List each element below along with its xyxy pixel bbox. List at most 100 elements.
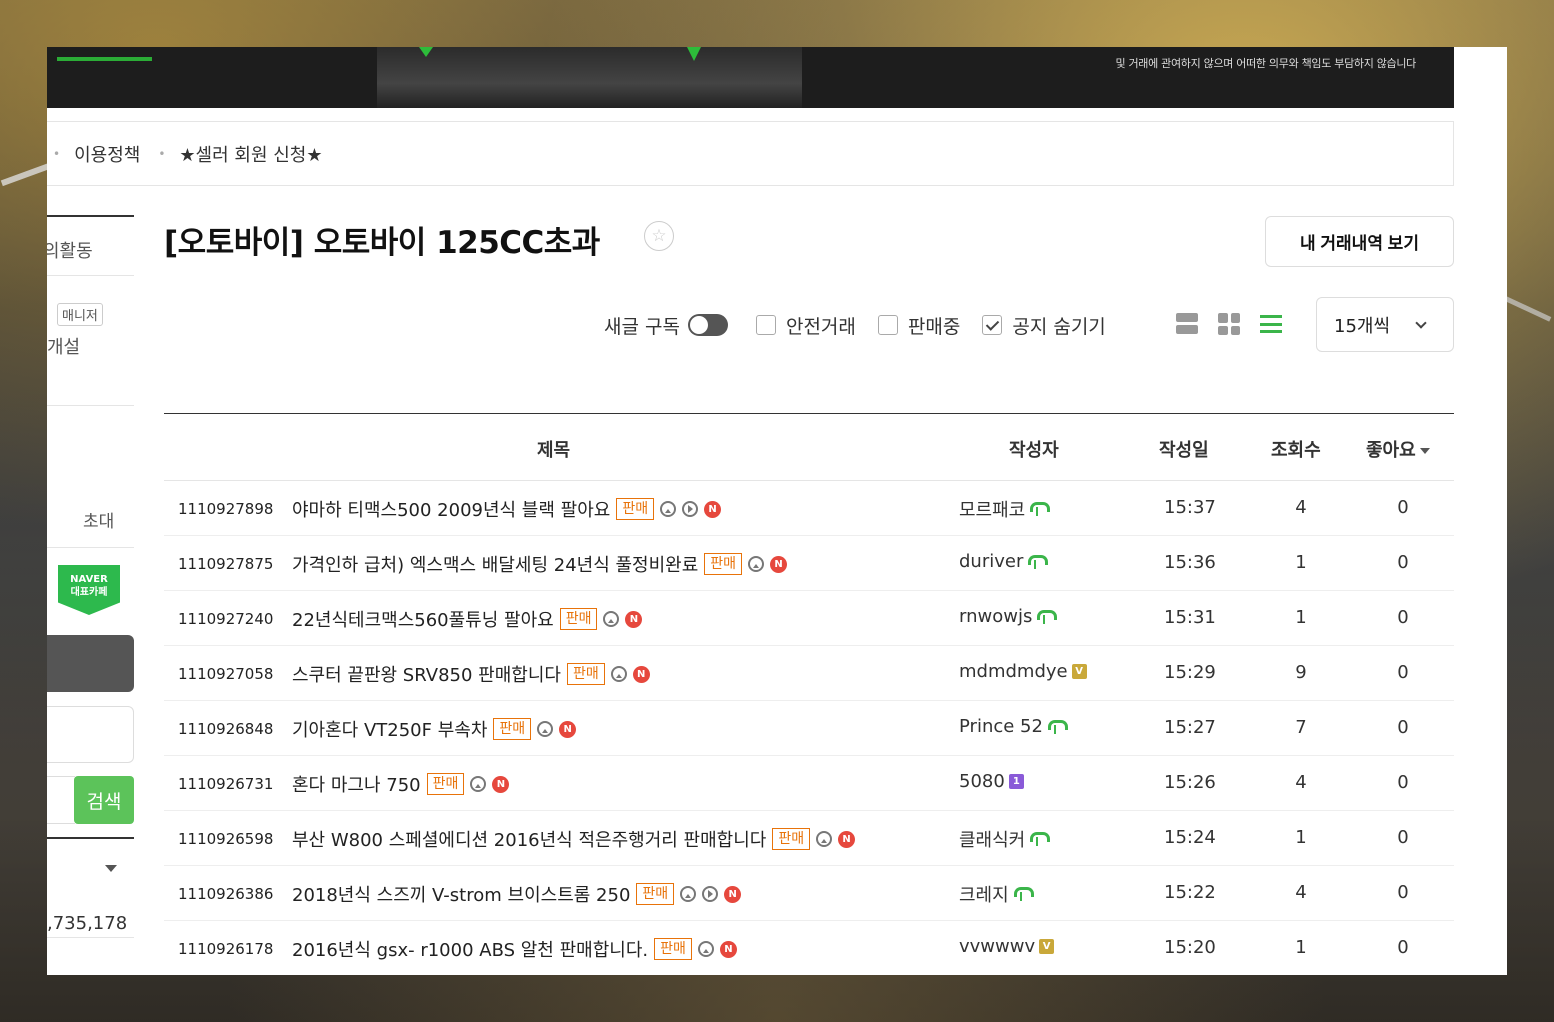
author-link[interactable]: 모르패코 (959, 496, 1051, 522)
author-name[interactable]: 클래식커 (959, 826, 1025, 852)
divider (47, 837, 134, 839)
author-link[interactable]: duriver (959, 551, 1049, 572)
new-icon: N (724, 885, 742, 903)
article-subject-link[interactable]: 기아혼다 VT250F 부속차 판매 N (292, 716, 577, 742)
image-icon (610, 666, 627, 682)
article-subject[interactable]: 2016년식 gsx- r1000 ABS 알천 판매합니다. (292, 936, 648, 962)
article-id: 1110926598 (178, 830, 274, 848)
author-name[interactable]: Prince 52 (959, 716, 1043, 737)
article-date: 15:29 (1164, 662, 1216, 683)
author-link[interactable]: vvwwwv V (959, 936, 1055, 957)
article-subject[interactable]: 2018년식 스즈끼 V-strom 브이스트롬 250 (292, 881, 630, 907)
column-likes-sort[interactable]: 좋아요 (1366, 436, 1430, 462)
on-sale-label[interactable]: 판매중 (908, 312, 960, 339)
author-name[interactable]: duriver (959, 551, 1023, 572)
column-author: 작성자 (1009, 440, 1059, 461)
author-name[interactable]: 모르패코 (959, 496, 1025, 522)
table-row[interactable]: 1110926598 부산 W800 스페셜에디션 2016년식 적은주행거리 판… (164, 811, 1454, 866)
hide-notice-checkbox[interactable] (982, 315, 1003, 335)
subscribe-toggle[interactable] (687, 314, 728, 336)
image-icon (748, 556, 765, 572)
author-name[interactable]: 크레지 (959, 881, 1009, 907)
table-row[interactable]: 1110927898 야마하 티맥스500 2009년식 블랙 팔아요 판매 N 모르패… (164, 481, 1454, 536)
author-name[interactable]: rnwowjs (959, 606, 1032, 627)
article-subject-link[interactable]: 스쿠터 끝판왕 SRV850 판매합니다 판매 N (292, 661, 650, 687)
separator-dot: • (158, 146, 166, 161)
article-subject-link[interactable]: 가격인하 급처) 엑스맥스 배달세팅 24년식 풀정비완료 판매 N (292, 551, 788, 577)
article-id: 1110927875 (178, 555, 274, 573)
new-icon: N (704, 500, 722, 518)
article-subject[interactable]: 22년식테크맥스560풀튜닝 팔아요 (292, 606, 554, 632)
invite-link[interactable]: 초대 (83, 507, 114, 532)
author-name[interactable]: vvwwwv (959, 936, 1035, 957)
chevron-down-icon[interactable] (105, 865, 117, 872)
author-link[interactable]: 5080 1 (959, 771, 1024, 792)
article-subject[interactable]: 기아혼다 VT250F 부속차 (292, 716, 487, 742)
author-name[interactable]: 5080 (959, 771, 1005, 792)
seller-signup-link[interactable]: ★셀러 회원 신청★ (179, 141, 322, 167)
article-id: 1110926731 (178, 775, 274, 793)
article-subject[interactable]: 스쿠터 끝판왕 SRV850 판매합니다 (292, 661, 561, 687)
card-view-icon[interactable] (1176, 313, 1198, 335)
safe-trade-checkbox[interactable] (755, 315, 776, 335)
per-page-select[interactable]: 15개씩 (1316, 297, 1454, 352)
search-input[interactable] (47, 776, 75, 824)
manager-badge: 매니저 (57, 303, 103, 326)
article-id: 1110926386 (178, 885, 274, 903)
column-views: 조회수 (1271, 440, 1321, 461)
table-row[interactable]: 1110926731 혼다 마그나 750 판매 N 5080 1 15:26 4 0 (164, 756, 1454, 811)
divider (47, 405, 134, 406)
page-title: [오토바이] 오토바이 125CC초과 (164, 225, 600, 261)
author-link[interactable]: 클래식커 (959, 826, 1051, 852)
on-sale-checkbox[interactable] (877, 315, 898, 335)
article-subject-link[interactable]: 2018년식 스즈끼 V-strom 브이스트롬 250 판매 N (292, 881, 742, 907)
table-row[interactable]: 1110926386 2018년식 스즈끼 V-strom 브이스트롬 250 판매… (164, 866, 1454, 921)
hide-notice-label[interactable]: 공지 숨기기 (1012, 312, 1105, 339)
table-row[interactable]: 1110927875 가격인하 급처) 엑스맥스 배달세팅 24년식 풀정비완료 판… (164, 536, 1454, 591)
author-link[interactable]: mdmdmdye V (959, 661, 1087, 682)
article-views: 1 (1295, 937, 1307, 958)
sale-tag: 판매 (654, 938, 692, 960)
article-subject[interactable]: 부산 W800 스페셜에디션 2016년식 적은주행거리 판매합니다 (292, 826, 766, 852)
search-button[interactable]: 검색 (74, 776, 134, 824)
safe-trade-label[interactable]: 안전거래 (786, 312, 856, 339)
star-icon[interactable]: ☆ (644, 221, 674, 251)
article-subject[interactable]: 가격인하 급처) 엑스맥스 배달세팅 24년식 풀정비완료 (292, 551, 698, 577)
sprout-level-icon (1013, 886, 1034, 902)
article-subject-link[interactable]: 혼다 마그나 750 판매 N (292, 771, 510, 797)
table-row[interactable]: 1110926178 2016년식 gsx- r1000 ABS 알천 판매합니다… (164, 921, 1454, 975)
sale-tag: 판매 (426, 773, 465, 795)
article-subject[interactable]: 야마하 티맥스500 2009년식 블랙 팔아요 (292, 496, 610, 522)
article-subject-link[interactable]: 야마하 티맥스500 2009년식 블랙 팔아요 판매 N (292, 496, 722, 522)
article-views: 1 (1295, 607, 1307, 628)
article-views: 4 (1295, 882, 1307, 903)
article-subject[interactable]: 혼다 마그나 750 (292, 771, 421, 797)
activity-tab[interactable]: 의활동 (47, 237, 93, 263)
table-row[interactable]: 1110927058 스쿠터 끝판왕 SRV850 판매합니다 판매 Nmdmdmdy… (164, 646, 1454, 701)
sidebar-input[interactable] (47, 706, 134, 763)
article-views: 4 (1295, 497, 1307, 518)
image-icon (660, 501, 677, 517)
article-subject-link[interactable]: 22년식테크맥스560풀튜닝 팔아요 판매 N (292, 606, 643, 632)
list-view-icon[interactable] (1260, 313, 1282, 335)
cafe-action-button[interactable] (47, 635, 134, 692)
sale-tag: 판매 (566, 663, 605, 685)
policy-link[interactable]: 이용정책 (74, 141, 140, 167)
author-name[interactable]: mdmdmdye (959, 661, 1068, 682)
banner-notice: 및 거래에 관여하지 않으며 어떠한 의무와 책임도 부담하지 않습니다 (1115, 57, 1416, 70)
author-link[interactable]: rnwowjs (959, 606, 1058, 627)
article-subject-link[interactable]: 2016년식 gsx- r1000 ABS 알천 판매합니다. 판매 N (292, 936, 737, 962)
trade-history-button[interactable]: 내 거래내역 보기 (1265, 216, 1454, 267)
sidebar-search: 검색 (47, 776, 134, 824)
article-subject-link[interactable]: 부산 W800 스페셜에디션 2016년식 적은주행거리 판매합니다 판매 N (292, 826, 856, 852)
grid-view-icon[interactable] (1218, 313, 1240, 335)
article-likes: 0 (1397, 772, 1409, 793)
v-level-icon: V (1039, 939, 1055, 954)
article-likes: 0 (1397, 497, 1409, 518)
table-row[interactable]: 1110926848 기아혼다 VT250F 부속차 판매 N Prince 52 15:… (164, 701, 1454, 756)
author-link[interactable]: Prince 52 (959, 716, 1068, 737)
sprout-level-icon (1027, 554, 1049, 570)
table-row[interactable]: 1110927240 22년식테크맥스560풀튜닝 팔아요 판매 Nrnwowjs 15… (164, 591, 1454, 646)
author-link[interactable]: 크레지 (959, 881, 1034, 907)
article-likes: 0 (1397, 827, 1409, 848)
